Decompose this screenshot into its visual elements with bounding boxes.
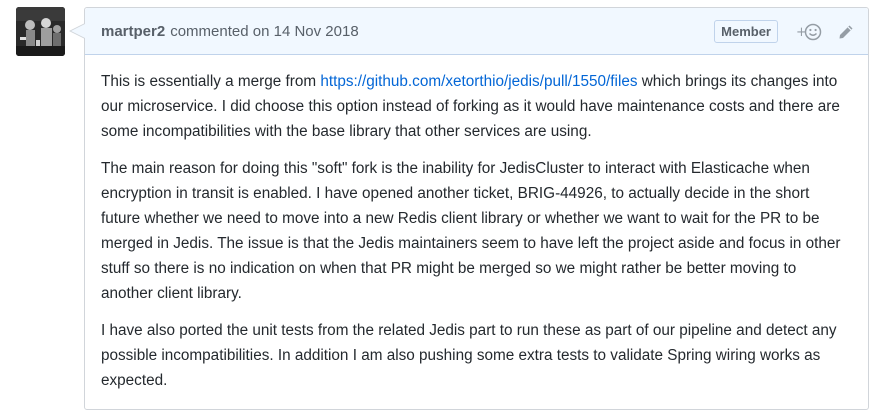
pull-request-link[interactable]: https://github.com/xetorthio/jedis/pull/… (320, 73, 637, 90)
comment-actions: Member + (714, 8, 854, 55)
comment-body: This is essentially a merge from https:/… (85, 55, 868, 405)
add-reaction-smiley-icon: + (796, 23, 822, 40)
member-badge: Member (714, 20, 778, 43)
pencil-icon (839, 25, 853, 38)
comment-header: martper2 commented on 14 Nov 2018 Member… (85, 8, 868, 55)
comment-paragraph-3: I have also ported the unit tests from t… (101, 322, 837, 389)
avatar[interactable] (16, 7, 65, 56)
paragraph-text: This is essentially a merge from (101, 73, 321, 90)
comment-meta: commented on 14 Nov 2018 (170, 23, 358, 40)
comment-caret-fill (71, 24, 85, 38)
add-reaction-button[interactable]: + (796, 23, 822, 41)
author-link[interactable]: martper2 (101, 23, 165, 40)
comment-date-link[interactable]: 14 Nov 2018 (274, 23, 359, 40)
comment-paragraph-1: This is essentially a merge from https:/… (101, 69, 852, 144)
user-avatar-image (16, 7, 65, 56)
comment-paragraph-2: The main reason for doing this "soft" fo… (101, 160, 841, 302)
comment-box: martper2 commented on 14 Nov 2018 Member… (69, 7, 869, 410)
action-text: commented on (170, 22, 270, 40)
edit-comment-button[interactable] (838, 24, 854, 40)
timeline-comment-group: martper2 commented on 14 Nov 2018 Member… (0, 0, 880, 415)
